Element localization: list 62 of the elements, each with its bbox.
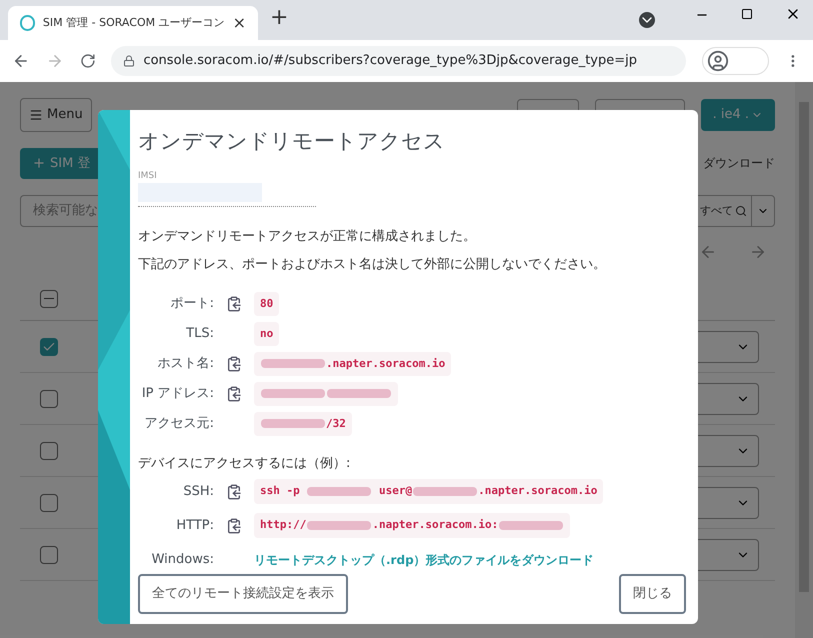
menu-icon <box>29 108 43 122</box>
clipboard-icon[interactable] <box>226 356 242 372</box>
search-icon <box>735 205 747 217</box>
search-scope-button[interactable]: すべて <box>700 195 751 227</box>
select-all-checkbox[interactable] <box>40 290 58 308</box>
close-button[interactable]: 閉じる <box>619 574 686 614</box>
examples-heading: デバイスにアクセスするには（例）: <box>138 455 352 473</box>
field-label: TLS: <box>185 325 214 344</box>
field-label: ポート: <box>170 295 214 314</box>
redacted-block <box>307 520 372 530</box>
code-value: .napter.soracom.io <box>254 352 452 376</box>
code-value: http:// .napter.soracom.io: <box>254 513 570 538</box>
new-tab-button[interactable]: + <box>270 1 288 34</box>
redacted-block <box>261 419 325 428</box>
tab-search-icon[interactable] <box>639 12 655 28</box>
address-bar[interactable]: console.soracom.io/#/subscribers?coverage_type%3Djp&coverage_type=jp <box>111 46 686 76</box>
field-label: Windows: <box>150 550 214 569</box>
clipboard-icon[interactable] <box>226 518 242 534</box>
profile-button[interactable] <box>702 47 770 75</box>
code-value: 80 <box>254 292 280 316</box>
clipboard-icon[interactable] <box>226 386 242 402</box>
code-value: no <box>254 322 280 346</box>
site-logo-icon <box>20 15 35 31</box>
imsi-label: IMSI <box>138 170 157 182</box>
field-label: IP アドレス: <box>140 385 214 404</box>
field-label: アクセス元: <box>144 415 214 434</box>
dropdown-toggle[interactable] <box>751 195 775 227</box>
redacted-block <box>261 359 325 368</box>
redacted-block <box>261 389 325 398</box>
menu-button[interactable]: Menu <box>20 98 92 132</box>
url-text: console.soracom.io/#/subscribers?coverage_type%3Djp&coverage_type=jp <box>143 52 638 70</box>
back-icon[interactable] <box>12 52 30 70</box>
success-message: オンデマンドリモートアクセスが正常に構成されました。 <box>138 228 477 246</box>
warning-message: 下記のアドレス、ポートおよびホスト名は決して外部に公開しないでください。 <box>138 256 607 274</box>
row-checkbox[interactable] <box>40 338 58 356</box>
profile-icon <box>706 50 729 72</box>
row-checkbox[interactable] <box>40 546 58 564</box>
download-link[interactable]: ダウンロード <box>703 154 775 172</box>
scrollbar[interactable] <box>795 82 813 638</box>
row-checkbox[interactable] <box>40 494 58 512</box>
tab-close[interactable]: × <box>232 11 246 35</box>
redacted-block <box>413 486 478 496</box>
maximize-icon[interactable] <box>741 8 753 20</box>
field-label: ホスト名: <box>156 355 214 374</box>
lock-icon <box>123 55 136 67</box>
plus-icon <box>32 156 46 170</box>
code-value: /32 <box>254 412 352 436</box>
clipboard-icon[interactable] <box>226 484 242 500</box>
tab-title: SIM 管理 - SORACOM ユーザーコン <box>42 14 225 31</box>
redacted-block <box>307 486 372 496</box>
field-label: HTTP: <box>175 516 214 535</box>
redacted-block <box>499 520 564 530</box>
code-value: ssh -p user@ .napter.soracom.io <box>254 479 604 504</box>
modal-title: オンデマンドリモートアクセス <box>138 128 446 155</box>
row-checkbox[interactable] <box>40 442 58 460</box>
clipboard-icon[interactable] <box>226 296 242 312</box>
redacted-block <box>327 389 391 398</box>
reload-icon[interactable] <box>80 53 96 69</box>
row-checkbox[interactable] <box>40 390 58 408</box>
field-label: SSH: <box>182 482 214 501</box>
show-all-button[interactable]: 全てのリモート接続設定を表示 <box>138 574 348 614</box>
browser-tab[interactable]: SIM 管理 - SORACOM ユーザーコン × <box>8 6 258 40</box>
